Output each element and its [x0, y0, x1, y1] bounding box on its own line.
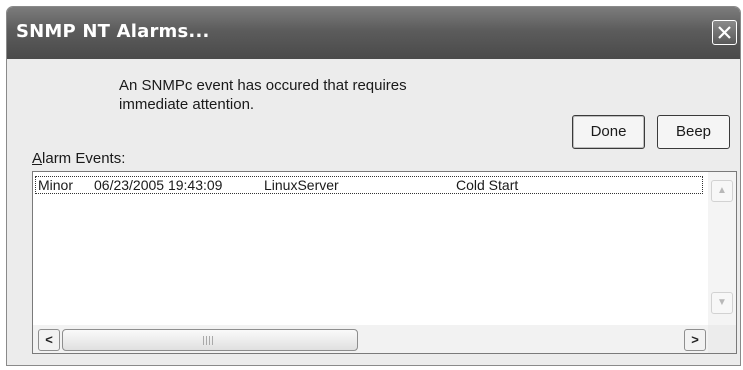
- alarm-events-label-text: larm Events:: [42, 150, 126, 167]
- vertical-scrollbar[interactable]: ▲ ▼: [708, 172, 736, 326]
- done-button[interactable]: Done: [572, 115, 645, 149]
- alarm-description: Cold Start: [456, 177, 519, 193]
- alert-message-line-1: An SNMPc event has occured that requires: [119, 77, 407, 94]
- scroll-right-button[interactable]: >: [684, 329, 706, 351]
- alarm-event-row[interactable]: Minor 06/23/2005 19:43:09 LinuxServer Co…: [35, 176, 703, 194]
- alarm-events-list[interactable]: Minor 06/23/2005 19:43:09 LinuxServer Co…: [32, 171, 737, 354]
- alert-message-line-2: immediate attention.: [119, 96, 255, 113]
- window-title: SNMP NT Alarms...: [16, 21, 210, 42]
- close-x-icon: [718, 26, 731, 39]
- title-bar[interactable]: SNMP NT Alarms...: [7, 7, 740, 59]
- scroll-up-button[interactable]: ▲: [711, 180, 733, 202]
- arrow-down-icon: ▼: [717, 297, 727, 308]
- scroll-down-button[interactable]: ▼: [711, 292, 733, 314]
- arrow-left-icon: <: [45, 332, 53, 347]
- horizontal-scrollbar[interactable]: < >: [33, 325, 708, 353]
- alarm-severity: Minor: [38, 177, 74, 193]
- scroll-thumb-grip: [203, 336, 215, 345]
- alarm-host: LinuxServer: [264, 177, 339, 193]
- arrow-up-icon: ▲: [717, 185, 727, 196]
- close-button[interactable]: [712, 20, 737, 45]
- alert-message: An SNMPc event has occured that requires…: [119, 76, 499, 114]
- alarm-events-label-mnemonic: A: [32, 150, 43, 167]
- arrow-right-icon: >: [691, 332, 699, 347]
- beep-button[interactable]: Beep: [657, 115, 730, 149]
- horizontal-scroll-thumb[interactable]: [62, 329, 358, 351]
- alarm-events-label: Alarm Events:: [32, 150, 125, 167]
- scrollbar-corner: [708, 325, 736, 353]
- scroll-left-button[interactable]: <: [38, 329, 60, 351]
- alarm-dialog-window: SNMP NT Alarms... An SNMPc event has occ…: [6, 6, 741, 366]
- alarm-timestamp: 06/23/2005 19:43:09: [94, 177, 223, 193]
